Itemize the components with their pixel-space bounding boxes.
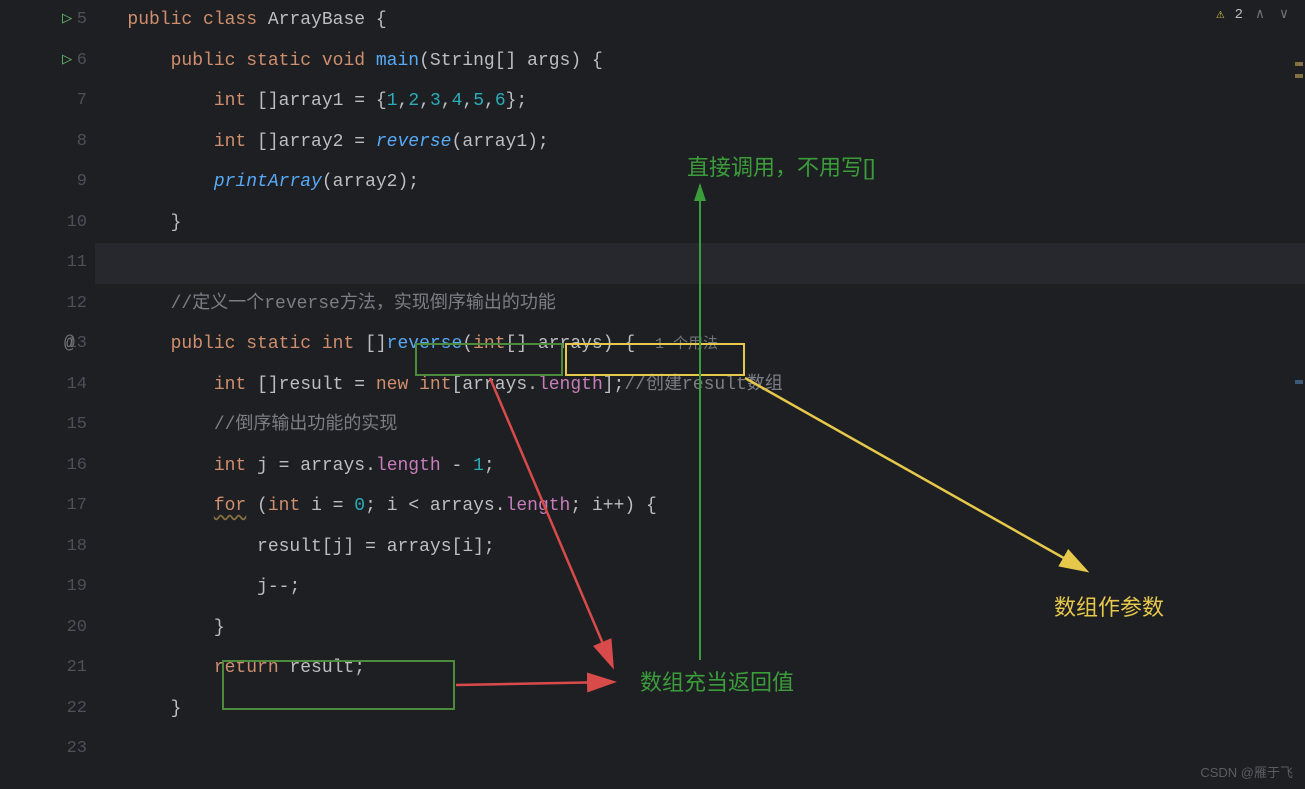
code-line: int []array1 = {1,2,3,4,5,6}; bbox=[95, 81, 1305, 122]
gutter-line: 13@ bbox=[0, 324, 87, 365]
code-line: } bbox=[95, 203, 1305, 244]
warning-count: 2 bbox=[1235, 7, 1243, 23]
code-line: public static int []reverse(int[] arrays… bbox=[95, 324, 1305, 365]
gutter-line: 9 bbox=[0, 162, 87, 203]
code-line: for (int i = 0; i < arrays.length; i++) … bbox=[95, 486, 1305, 527]
annotation-label-return: 数组充当返回值 bbox=[640, 665, 794, 697]
override-icon[interactable]: @ bbox=[64, 324, 75, 365]
line-gutter: 5▷ 6▷ 7 8 9 10 11 12 13@ 14 15 16 17 18 … bbox=[0, 0, 95, 789]
scroll-marker[interactable] bbox=[1295, 74, 1303, 78]
annotation-label-call: 直接调用，不用写[] bbox=[687, 150, 875, 182]
next-highlight-button[interactable]: ∨ bbox=[1277, 6, 1291, 23]
gutter-line: 22 bbox=[0, 689, 87, 730]
gutter-line: 6▷ bbox=[0, 41, 87, 82]
gutter-line: 8 bbox=[0, 122, 87, 163]
gutter-line: 17 bbox=[0, 486, 87, 527]
gutter-line: 12 bbox=[0, 284, 87, 325]
code-line bbox=[95, 729, 1305, 770]
gutter-line: 21 bbox=[0, 648, 87, 689]
gutter-line: 7 bbox=[0, 81, 87, 122]
code-line: //定义一个reverse方法，实现倒序输出的功能 bbox=[95, 284, 1305, 325]
gutter-line: 16 bbox=[0, 446, 87, 487]
scroll-marker[interactable] bbox=[1295, 62, 1303, 66]
code-line: //倒序输出功能的实现 bbox=[95, 405, 1305, 446]
code-line: public class ArrayBase { bbox=[95, 0, 1305, 41]
code-line: int j = arrays.length - 1; bbox=[95, 446, 1305, 487]
usage-hint[interactable]: 1 个用法 bbox=[646, 336, 718, 353]
code-line bbox=[95, 243, 1305, 284]
run-icon[interactable]: ▷ bbox=[62, 0, 72, 41]
watermark: CSDN @雁于飞 bbox=[1200, 762, 1293, 781]
gutter-line: 5▷ bbox=[0, 0, 87, 41]
code-line: int []result = new int[arrays.length];//… bbox=[95, 365, 1305, 406]
code-line: result[j] = arrays[i]; bbox=[95, 527, 1305, 568]
gutter-line: 20 bbox=[0, 608, 87, 649]
prev-highlight-button[interactable]: ∧ bbox=[1253, 6, 1267, 23]
gutter-line: 23 bbox=[0, 729, 87, 770]
code-line: public static void main(String[] args) { bbox=[95, 41, 1305, 82]
inspection-summary: ⚠ 2 ∧ ∨ bbox=[1216, 6, 1291, 23]
scrollbar-markers bbox=[1293, 0, 1305, 789]
annotation-label-param: 数组作参数 bbox=[1054, 590, 1164, 622]
scroll-marker[interactable] bbox=[1295, 380, 1303, 384]
gutter-line: 15 bbox=[0, 405, 87, 446]
gutter-line: 11 bbox=[0, 243, 87, 284]
gutter-line: 18 bbox=[0, 527, 87, 568]
gutter-line: 19 bbox=[0, 567, 87, 608]
gutter-line: 10 bbox=[0, 203, 87, 244]
warning-icon[interactable]: ⚠ bbox=[1216, 6, 1224, 23]
run-icon[interactable]: ▷ bbox=[62, 41, 72, 82]
gutter-line: 14 bbox=[0, 365, 87, 406]
